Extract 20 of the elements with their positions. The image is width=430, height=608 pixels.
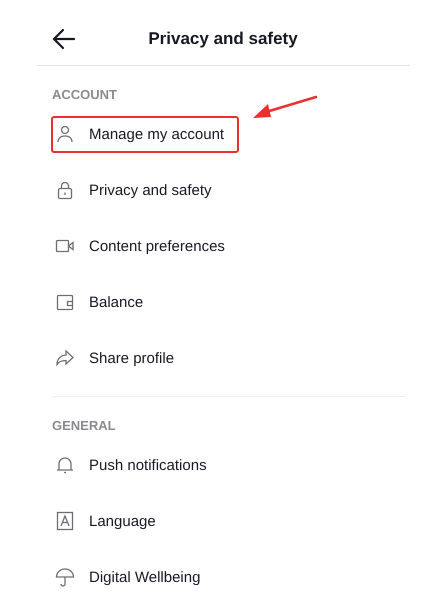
lock-icon [55,180,75,200]
wallet-icon [55,292,75,312]
menu-item[interactable]: Push notifications [51,446,215,484]
annotation-arrow [252,95,318,120]
menu-item[interactable]: Content preferences [51,228,233,264]
bell-icon [55,455,75,475]
menu-item[interactable]: Balance [51,284,152,320]
umbrella-icon [55,567,75,587]
menu-item[interactable]: Privacy and safety [51,172,220,208]
back-button[interactable] [52,28,76,50]
menu-item[interactable]: Manage my account [51,116,239,152]
menu-item[interactable]: Digital Wellbeing [51,558,208,596]
section-heading: GENERAL [52,418,117,432]
page-title: Privacy and safety [148,28,298,48]
person-icon [55,124,75,144]
letter-box-icon [55,511,75,531]
menu-item[interactable]: Share profile [51,340,182,376]
section-heading: ACCOUNT [52,87,118,101]
menu-item[interactable]: Language [51,502,164,540]
share-icon [55,348,75,368]
